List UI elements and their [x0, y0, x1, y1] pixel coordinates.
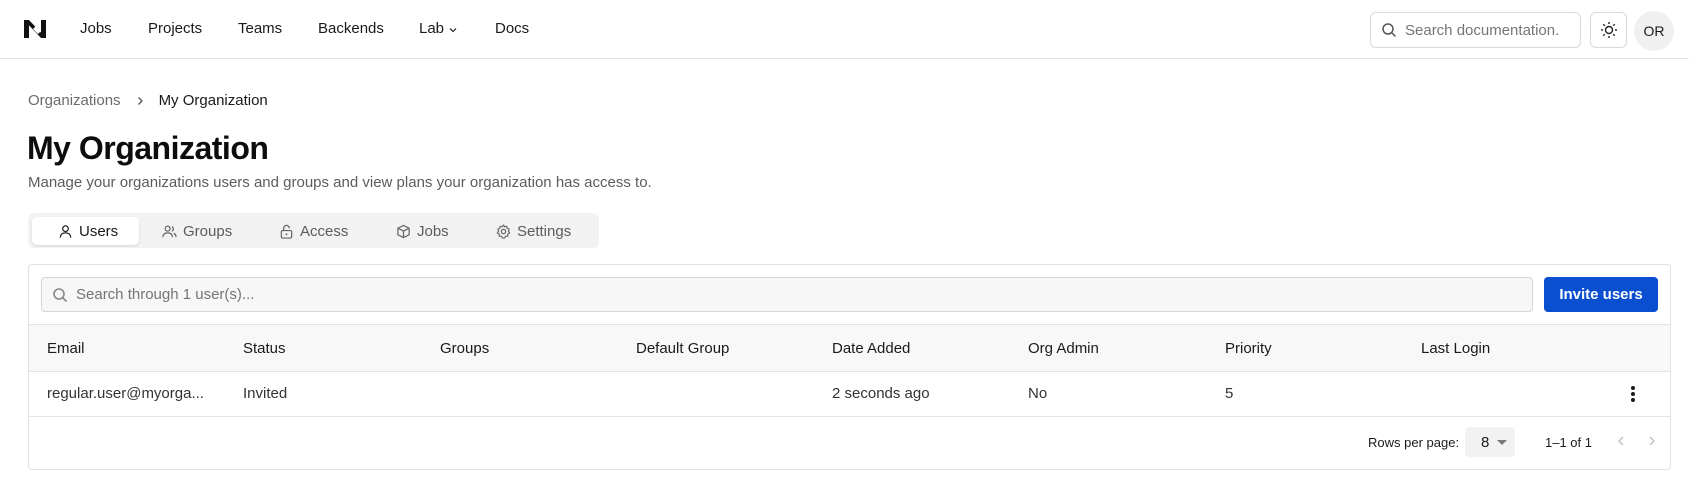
column-header-org-admin[interactable]: Org Admin: [1028, 340, 1099, 357]
theme-toggle-button[interactable]: [1590, 12, 1627, 48]
cell-priority: 5: [1225, 385, 1234, 402]
organization-tabs: Users Groups Access Jobs Settings: [28, 213, 599, 248]
page-subtitle: Manage your organizations users and grou…: [28, 174, 652, 191]
row-actions-icon[interactable]: [1628, 384, 1638, 404]
table-pagination: Rows per page: 8 1–1 of 1: [29, 417, 1670, 469]
page-title: My Organization: [27, 130, 269, 166]
nav-lab-label: Lab: [419, 20, 445, 37]
users-panel: Invite users Email Status Groups Default…: [28, 264, 1671, 470]
tab-users[interactable]: Users: [32, 217, 139, 245]
tab-jobs[interactable]: Jobs: [386, 217, 459, 245]
documentation-search-input[interactable]: [1405, 21, 1565, 39]
column-header-date-added[interactable]: Date Added: [832, 340, 910, 357]
sun-icon: [1600, 22, 1617, 38]
cube-icon: [397, 224, 410, 238]
column-header-email[interactable]: Email: [47, 340, 85, 357]
logo-icon[interactable]: [22, 18, 48, 40]
user-search-input[interactable]: [76, 286, 1476, 303]
documentation-search[interactable]: [1370, 12, 1581, 48]
chevron-right-icon: [1649, 436, 1656, 446]
nav-docs[interactable]: Docs: [495, 20, 529, 37]
column-header-default-group[interactable]: Default Group: [636, 340, 729, 357]
chevron-left-icon: [1617, 436, 1624, 446]
tab-users-label: Users: [79, 222, 119, 240]
chevron-right-icon: [137, 96, 143, 105]
caret-down-icon: [1497, 439, 1508, 445]
cell-status: Invited: [243, 385, 288, 402]
tab-groups-label: Groups: [183, 222, 233, 240]
user-icon: [59, 224, 72, 238]
breadcrumb-current: My Organization: [158, 92, 268, 109]
users-icon: [162, 225, 177, 237]
chevron-down-icon: [449, 28, 457, 33]
user-avatar[interactable]: OR: [1634, 11, 1674, 51]
column-header-last-login[interactable]: Last Login: [1421, 340, 1490, 357]
nav-backends[interactable]: Backends: [318, 20, 384, 37]
nav-projects[interactable]: Projects: [148, 20, 202, 37]
top-navbar: Jobs Projects Teams Backends Lab Docs OR: [0, 0, 1689, 59]
user-search[interactable]: [41, 277, 1533, 312]
search-icon: [1382, 23, 1397, 38]
cell-org-admin: No: [1028, 385, 1048, 402]
nav-teams[interactable]: Teams: [238, 20, 282, 37]
nav-jobs[interactable]: Jobs: [80, 20, 112, 37]
table-row[interactable]: regular.user@myorga... Invited 2 seconds…: [29, 372, 1670, 417]
breadcrumb: Organizations My Organization: [28, 92, 268, 109]
rows-per-page-value: 8: [1481, 433, 1490, 451]
unlock-icon: [280, 224, 293, 239]
rows-per-page-select[interactable]: 8: [1465, 427, 1515, 457]
column-header-groups[interactable]: Groups: [440, 340, 489, 357]
cell-date-added: 2 seconds ago: [832, 385, 930, 402]
next-page-button[interactable]: [1643, 432, 1661, 450]
invite-users-button[interactable]: Invite users: [1544, 277, 1658, 312]
tab-access-label: Access: [300, 222, 349, 240]
column-header-priority[interactable]: Priority: [1225, 340, 1272, 357]
gear-icon: [496, 223, 511, 239]
rows-per-page-label: Rows per page:: [1368, 435, 1460, 450]
tab-groups[interactable]: Groups: [152, 217, 242, 245]
tab-jobs-label: Jobs: [417, 222, 449, 240]
cell-email: regular.user@myorga...: [47, 385, 204, 402]
avatar-initials: OR: [1643, 23, 1665, 39]
column-header-status[interactable]: Status: [243, 340, 286, 357]
tab-settings-label: Settings: [517, 222, 572, 240]
breadcrumb-organizations[interactable]: Organizations: [28, 92, 121, 109]
search-icon: [53, 287, 68, 302]
tab-access[interactable]: Access: [269, 217, 358, 245]
table-header: Email Status Groups Default Group Date A…: [29, 324, 1670, 372]
previous-page-button[interactable]: [1612, 432, 1630, 450]
page-range: 1–1 of 1: [1545, 435, 1592, 450]
nav-lab[interactable]: Lab: [419, 20, 458, 37]
tab-settings[interactable]: Settings: [486, 217, 581, 245]
